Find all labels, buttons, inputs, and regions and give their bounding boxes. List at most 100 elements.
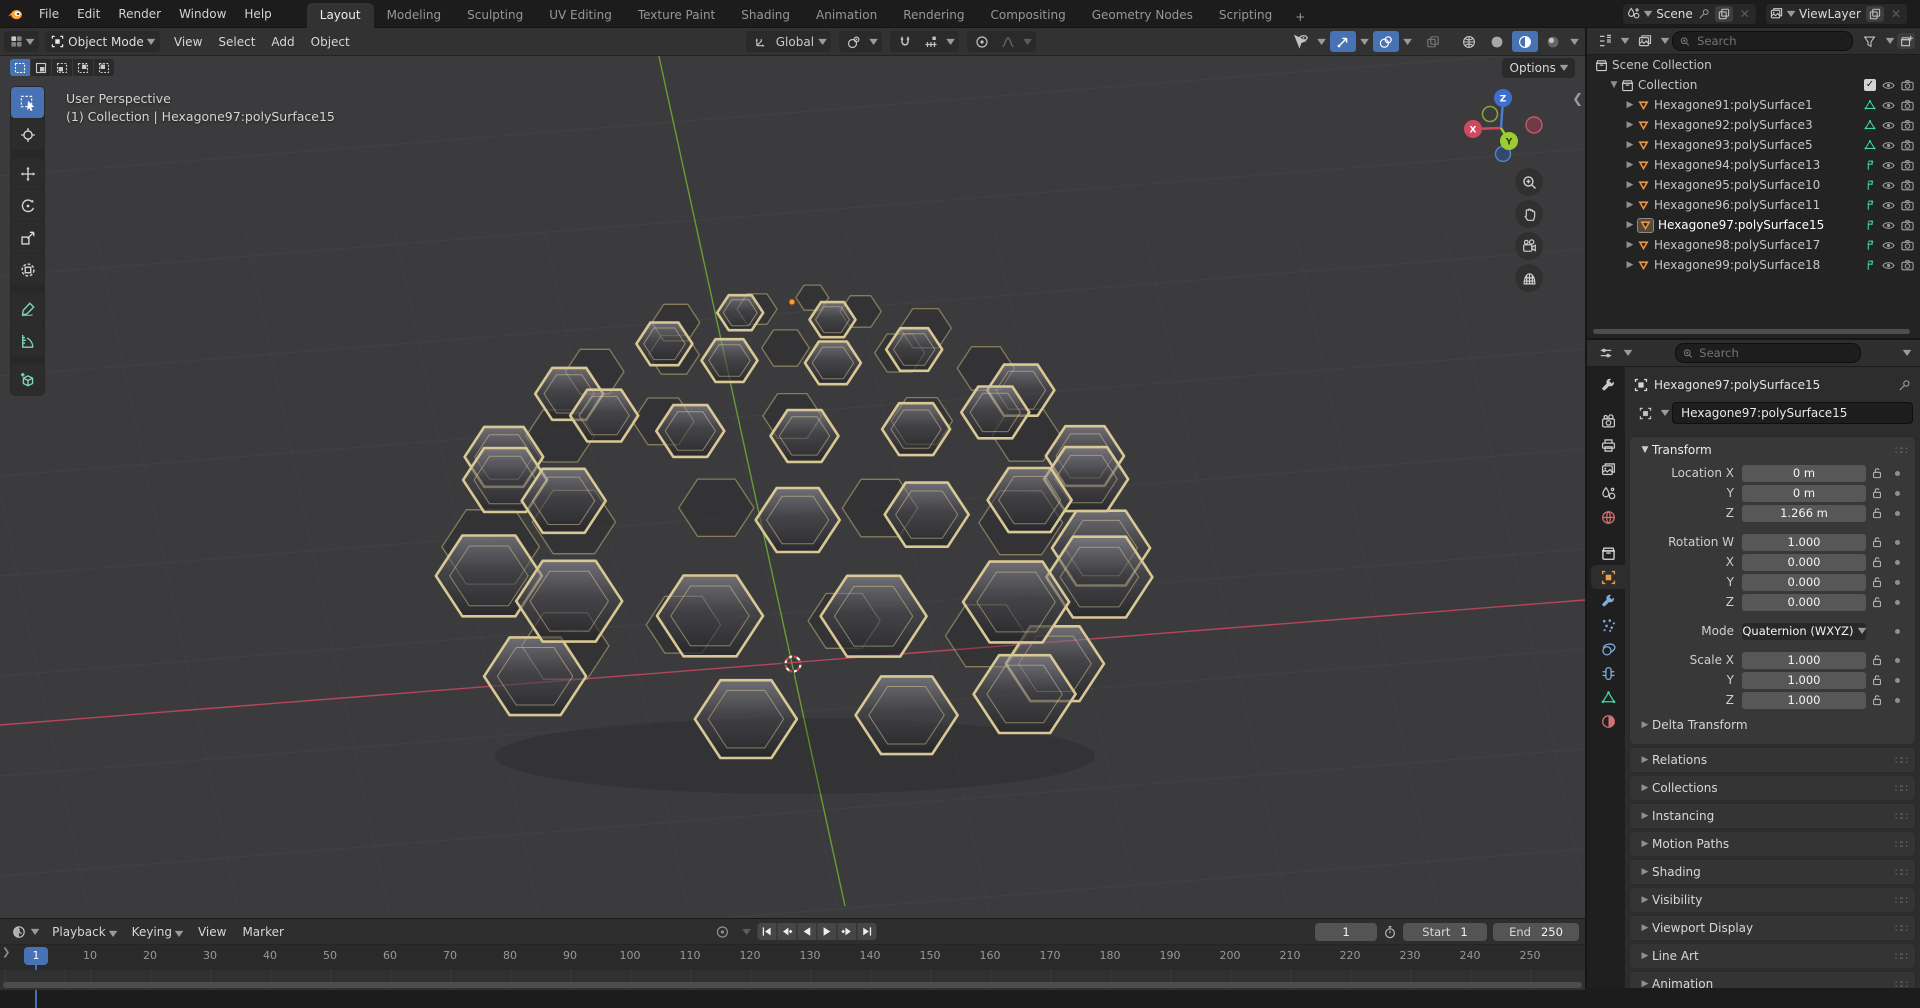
outliner-search[interactable] — [1672, 31, 1853, 51]
tool-measure[interactable] — [11, 325, 44, 356]
outliner-row-object[interactable]: ▶Hexagone97:polySurface15 — [1587, 215, 1920, 235]
value-field[interactable]: 1.000 — [1742, 652, 1866, 669]
hide-in-viewport-icon[interactable] — [1882, 179, 1895, 192]
ortho-toggle-button[interactable] — [1515, 264, 1543, 292]
timeline-expand-icon[interactable]: ❯ — [2, 947, 10, 958]
lock-icon[interactable] — [1871, 596, 1883, 608]
blender-logo-icon[interactable] — [0, 7, 30, 21]
lock-icon[interactable] — [1871, 654, 1883, 666]
tool-rotate[interactable] — [11, 190, 44, 221]
lock-icon[interactable] — [1871, 487, 1883, 499]
properties-search[interactable] — [1675, 343, 1861, 363]
object-name-field[interactable]: Hexagone97:polySurface15 — [1672, 402, 1913, 424]
value-field[interactable]: 0 m — [1742, 485, 1866, 502]
drag-handle-icon[interactable]: ∷∷ — [1895, 950, 1907, 963]
animate-dot[interactable] — [1888, 580, 1906, 585]
properties-tab-physics[interactable] — [1591, 637, 1625, 661]
pan-hand-button[interactable] — [1515, 200, 1543, 228]
expander-icon[interactable]: ▶ — [1623, 120, 1637, 130]
outliner-row-object[interactable]: ▶Hexagone98:polySurface17 — [1587, 235, 1920, 255]
outliner-filter-dropdown[interactable] — [1857, 31, 1883, 52]
panel-relations[interactable]: ▶Relations∷∷ — [1630, 748, 1915, 772]
frame-end-field[interactable]: End250 — [1493, 923, 1579, 941]
lock-icon[interactable] — [1871, 536, 1883, 548]
lock-icon[interactable] — [1871, 674, 1883, 686]
tab-rendering[interactable]: Rendering — [890, 3, 977, 28]
expander-icon[interactable]: ▶ — [1623, 200, 1637, 210]
tab-sculpting[interactable]: Sculpting — [454, 3, 536, 28]
proportional-falloff-icon[interactable] — [995, 31, 1021, 52]
play-reverse-button[interactable] — [797, 923, 816, 940]
panel-motion-paths[interactable]: ▶Motion Paths∷∷ — [1630, 832, 1915, 856]
outliner-search-input[interactable] — [1695, 33, 1845, 49]
pivot-dropdown[interactable]: ▼ — [839, 31, 882, 52]
scene-selector[interactable]: ▼ Scene ✕ — [1622, 3, 1757, 25]
stopwatch-icon[interactable] — [1383, 925, 1397, 939]
disable-in-renders-icon[interactable] — [1901, 159, 1914, 172]
outliner-scrollbar[interactable] — [1593, 329, 1910, 334]
tool-scale[interactable] — [11, 222, 44, 253]
animate-dot[interactable] — [1888, 511, 1906, 516]
hide-in-viewport-icon[interactable] — [1882, 239, 1895, 252]
expander-icon[interactable]: ▶ — [1623, 180, 1637, 190]
lock-icon[interactable] — [1871, 576, 1883, 588]
menu-help[interactable]: Help — [235, 7, 280, 21]
jump-to-start-button[interactable] — [757, 923, 776, 940]
animate-dot[interactable] — [1888, 600, 1906, 605]
rotation-mode-dropdown[interactable]: Quaternion (WXYZ)▼ — [1742, 623, 1866, 640]
navigation-gizmo[interactable]: Z X Y — [1463, 78, 1547, 162]
select-mode-extend[interactable] — [31, 59, 51, 76]
viewlayer-selector[interactable]: ▼ ViewLayer ✕ — [1765, 3, 1908, 25]
new-collection-button[interactable] — [1897, 33, 1915, 49]
animate-dot[interactable] — [1888, 629, 1906, 634]
properties-tab-object[interactable] — [1591, 565, 1625, 589]
disable-in-renders-icon[interactable] — [1901, 139, 1914, 152]
lock-icon[interactable] — [1871, 556, 1883, 568]
panel-shading[interactable]: ▶Shading∷∷ — [1630, 860, 1915, 884]
tab-compositing[interactable]: Compositing — [977, 3, 1078, 28]
expander-icon[interactable]: ▼ — [1607, 80, 1621, 90]
properties-tab-scene[interactable] — [1591, 481, 1625, 505]
value-field[interactable]: 0.000 — [1742, 554, 1866, 571]
hide-in-viewport-icon[interactable] — [1882, 219, 1895, 232]
menu-window[interactable]: Window — [170, 7, 235, 21]
drag-handle-icon[interactable]: ∷∷ — [1895, 810, 1907, 823]
next-keyframe-button[interactable] — [837, 923, 856, 940]
tab-uv-editing[interactable]: UV Editing — [536, 3, 625, 28]
outliner-row-object[interactable]: ▶Hexagone93:polySurface5 — [1587, 135, 1920, 155]
shading-material-button[interactable] — [1512, 31, 1538, 52]
current-frame-field[interactable]: 1 — [1315, 923, 1377, 941]
timeline-menu-keying[interactable]: Keying ▼ — [124, 925, 190, 939]
gizmos-toggle[interactable] — [1330, 31, 1356, 52]
outliner-row-scene-collection[interactable]: Scene Collection — [1587, 55, 1920, 75]
remove-viewlayer-icon[interactable]: ✕ — [1889, 7, 1903, 21]
show-hide-dropdown[interactable] — [1287, 31, 1313, 52]
outliner-row-object[interactable]: ▶Hexagone96:polySurface11 — [1587, 195, 1920, 215]
outliner-row-object[interactable]: ▶Hexagone95:polySurface10 — [1587, 175, 1920, 195]
orientation-dropdown[interactable]: Global ▼ — [746, 31, 831, 52]
transform-panel-header[interactable]: ▼ Transform ∷∷ — [1630, 437, 1915, 463]
properties-tab-output[interactable] — [1591, 433, 1625, 457]
select-mode-invert[interactable] — [73, 59, 93, 76]
properties-tab-data[interactable] — [1591, 685, 1625, 709]
previous-keyframe-button[interactable] — [777, 923, 796, 940]
outliner-row-object[interactable]: ▶Hexagone94:polySurface13 — [1587, 155, 1920, 175]
falloff-chevron[interactable]: ▼ — [1018, 31, 1036, 52]
hide-in-viewport-icon[interactable] — [1882, 79, 1895, 92]
play-button[interactable] — [817, 923, 836, 940]
overlays-toggle[interactable] — [1373, 31, 1399, 52]
properties-tab-particles[interactable] — [1591, 613, 1625, 637]
jump-to-end-button[interactable] — [857, 923, 876, 940]
expander-icon[interactable]: ▶ — [1623, 220, 1637, 230]
properties-tab-collection[interactable] — [1591, 541, 1625, 565]
hide-in-viewport-icon[interactable] — [1882, 259, 1895, 272]
delta-transform-panel[interactable]: ▶ Delta Transform — [1630, 714, 1915, 736]
zoom-button[interactable] — [1515, 168, 1543, 196]
snap-toggle[interactable] — [892, 31, 918, 52]
properties-options-chevron[interactable]: ▼ — [1903, 349, 1912, 357]
drag-handle-icon[interactable]: ∷∷ — [1895, 444, 1907, 457]
animate-dot[interactable] — [1888, 560, 1906, 565]
tool-annotate[interactable] — [11, 293, 44, 324]
disable-in-renders-icon[interactable] — [1901, 219, 1914, 232]
add-workspace-button[interactable]: + — [1285, 6, 1315, 28]
